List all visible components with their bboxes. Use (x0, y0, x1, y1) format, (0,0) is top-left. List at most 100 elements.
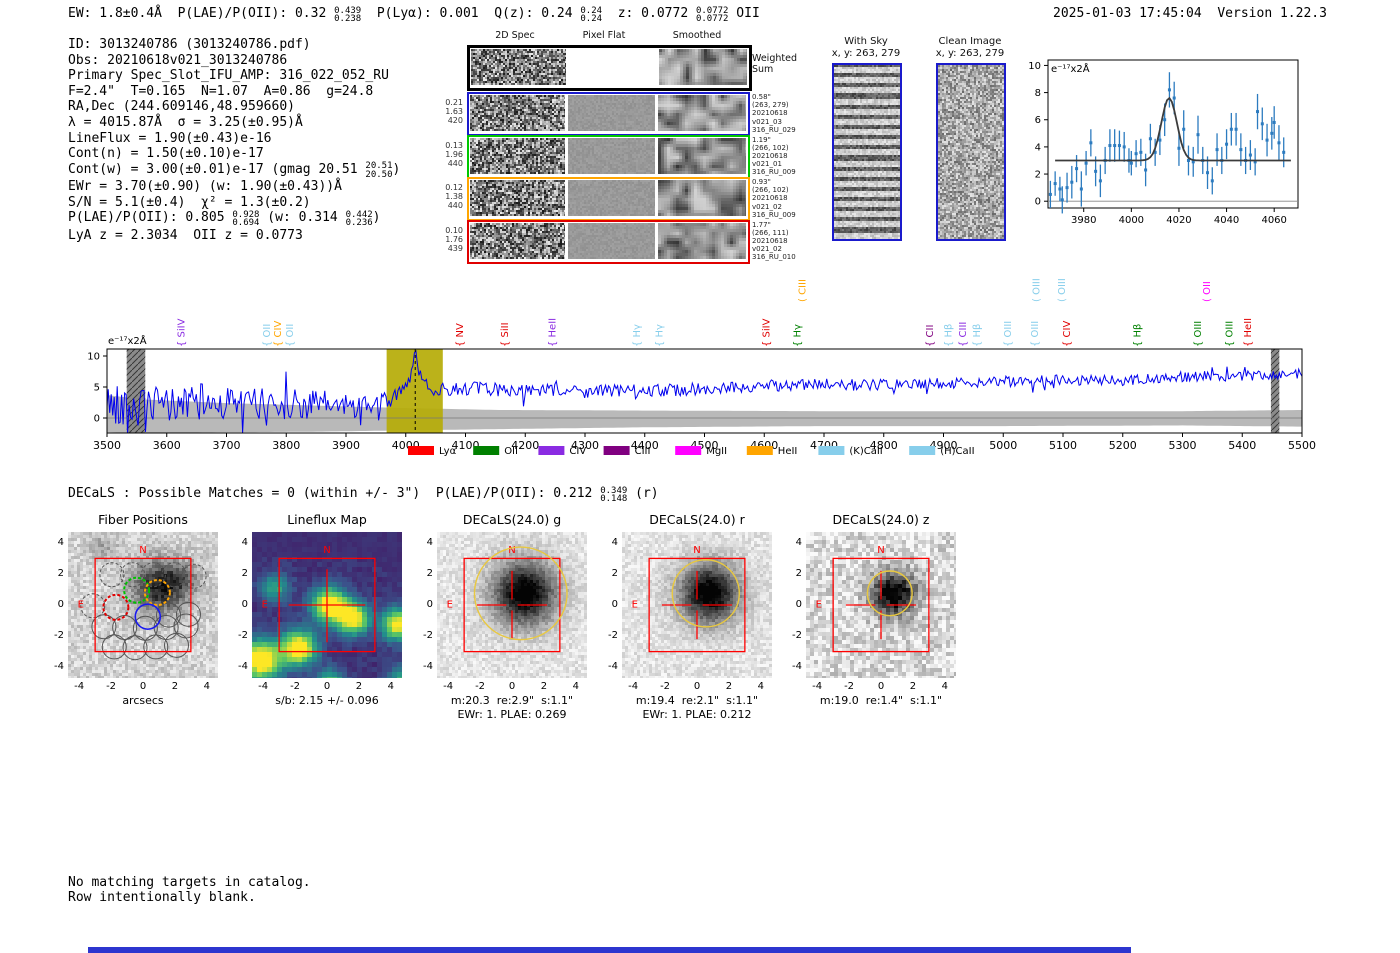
panel-ytick: -2 (608, 630, 618, 642)
spec2d-right-label: 0.58" (752, 93, 771, 101)
panel-ytick: 4 (611, 536, 618, 548)
spectrum-xtick: 3500 (93, 439, 121, 452)
spec2d-right-label: v021_02 (752, 202, 782, 211)
spec2d-col-header: 2D Spec (495, 30, 535, 41)
spec2d-0-raw (471, 49, 566, 85)
spec2d-left-label: 1.38 (445, 192, 463, 201)
spec2d-left-label: 0.13 (445, 140, 463, 150)
aperture-circle (671, 559, 740, 628)
panel-xtick: -4 (74, 681, 85, 692)
spectrum-xtick: 5000 (989, 439, 1017, 452)
fit-xtick: 3980 (1071, 215, 1096, 226)
panel-xtick: 0 (323, 681, 331, 692)
line-label-Hγ: { Hγ (632, 324, 643, 347)
spec2d-left-label: 1.96 (445, 149, 463, 159)
line-label-Hβ: { Hβ (1133, 324, 1144, 347)
panel-caption: s/b: 2.15 +/- 0.096 (275, 694, 379, 707)
panel-ytick: -4 (792, 661, 802, 673)
spec2d-row-3 (467, 177, 750, 221)
panel-ytick: -4 (423, 661, 433, 673)
line-label-CIII: { CIII (958, 322, 969, 347)
spec2d-left-label: 440 (447, 201, 463, 210)
info-line-12: LyA z = 2.3034 OII z = 0.0773 (68, 227, 303, 243)
spectrum-xtick: 3600 (153, 439, 181, 452)
panel-ytick: 0 (241, 599, 248, 610)
panel-xtick: 2 (355, 681, 363, 692)
line-label-Hγ: { Hγ (655, 324, 666, 347)
spectrum-xtick: 5400 (1228, 439, 1256, 452)
legend-swatch-(H)CaII (909, 446, 936, 455)
compass-north: N (139, 545, 146, 556)
spec2d-0-smooth (659, 49, 747, 85)
fit-ytick: 2 (1035, 170, 1041, 181)
selected-fiber-circle (102, 593, 130, 621)
panel-lineflux-map: Lineflux Map N E -4 -4 -2 -2 0 0 2 2 4 4 s/b: 2.15 +/… (238, 512, 402, 722)
info-line-6: LineFlux = 1.90(±0.43)e-16 (68, 130, 272, 146)
line-label-SiIV: { SiIV (177, 318, 188, 347)
spec2d-right-label: 316_RU_029 (752, 125, 796, 134)
line-label-OIII: ( OIII (1057, 278, 1068, 302)
spectrum-xtick: 3700 (213, 439, 241, 452)
legend-label: OII (504, 446, 518, 457)
panel-overlay: NE (262, 545, 376, 653)
spec2d-right-label: v021_01 (752, 160, 782, 169)
spec2d-row-4 (467, 219, 750, 264)
spec2d-4-raw (470, 222, 565, 259)
legend-swatch-CIV (538, 446, 565, 455)
line-label-OIII: { OIII (1193, 321, 1204, 347)
panel-xtick: -2 (660, 681, 671, 692)
full-spectrum-plot: 05103500 3600 3700 3800 3900 4000 4100 4200 4300… (87, 278, 1316, 457)
info-line-8: Cont(w) = 3.00(±0.01)e-17 (gmag 20.51 20… (68, 161, 401, 180)
compass-east: E (262, 599, 268, 610)
panel-overlay: NE (632, 545, 746, 653)
spec2d-right-label: 20210618 (752, 151, 788, 160)
line-label-CIV: { CIV (1062, 321, 1073, 347)
fit-xtick: 4040 (1214, 215, 1239, 226)
spec2d-3-raw (470, 180, 565, 216)
panel-ytick: 0 (795, 599, 802, 610)
spectrum-ylabel: e⁻¹⁷x2Å (108, 334, 147, 347)
legend-swatch-(K)CaII (818, 446, 845, 455)
spec2d-1-raw (470, 95, 565, 131)
panel-ytick: 0 (611, 599, 618, 610)
line-label-SiIV: { SiIV (762, 318, 773, 347)
fit-ytick: 0 (1035, 197, 1041, 208)
stacked-value: 0.349 0.148 (600, 485, 628, 504)
line-label-HeII: { HeII (1243, 318, 1254, 347)
panel-ytick: -2 (238, 630, 248, 642)
panel-ytick: 2 (426, 567, 433, 579)
panel-caption: m:19.0 re:1.4" s:1.1" (819, 694, 943, 707)
panel-decals-24-0-g: DECaLS(24.0) g N E -4 -4 -2 -2 0 0 2 2 4 4 m:20.3 re:… (423, 512, 587, 722)
panel-ytick: 0 (57, 599, 64, 610)
spectrum-xtick: 5300 (1169, 439, 1197, 452)
legend-swatch-CIII (603, 446, 630, 455)
stacked-value: 0.439 0.238 (334, 5, 362, 24)
clean-image (936, 63, 1006, 241)
spec2d-1-smooth (658, 95, 746, 131)
line-label-OII: ( OII (1202, 281, 1213, 302)
panel-ytick: -2 (792, 630, 802, 642)
panel-ytick: 2 (611, 567, 618, 579)
aperture-circle (473, 546, 568, 641)
aperture-circle (866, 570, 913, 617)
panel-ytick: 4 (241, 536, 248, 548)
elixer-report-page: EW: 1.8±0.4Å P(LAE)/P(OII): 0.32 0.439 0.… (0, 0, 1400, 953)
panel-xtick: 0 (508, 681, 516, 692)
panel-ytick: -4 (608, 661, 618, 673)
panel-fiber-positions: Fiber Positions N E -4 -4 -2 -2 0 0 2 2 4 4 arcsecs (54, 512, 218, 722)
panel-overlay: NE (447, 545, 568, 653)
fit-xtick: 4000 (1119, 215, 1144, 226)
panel-decals-24-0-r: DECaLS(24.0) r N E -4 -4 -2 -2 0 0 2 2 4 4 m:19.4 re:… (608, 512, 772, 722)
line-label-CIII: ( CIII (797, 279, 808, 302)
spec2d-left-label: 0.12 (445, 183, 463, 192)
panel-ytick: -4 (238, 661, 248, 673)
compass-north: N (877, 545, 884, 556)
line-label-OIII: { OIII (1003, 321, 1014, 347)
spec2d-left-label: 439 (447, 243, 463, 253)
info-line-9: EWr = 3.70(±0.90) (w: 1.90(±0.43))Å (68, 179, 342, 195)
with-sky-image (832, 63, 902, 241)
info-line-5: λ = 4015.87Å σ = 3.25(±0.95)Å (68, 114, 303, 130)
spec2d-col-header: Smoothed (672, 30, 722, 41)
line-label-CII: { CII (925, 325, 936, 347)
panel-overlay: NE (816, 545, 930, 653)
